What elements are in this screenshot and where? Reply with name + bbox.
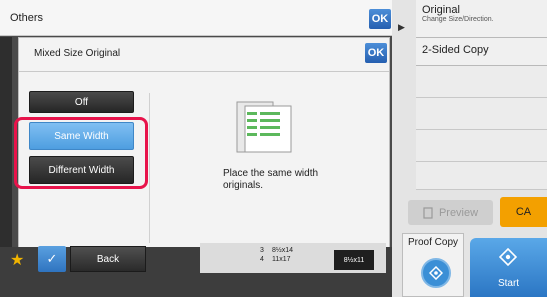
- proof-copy-button[interactable]: Proof Copy: [402, 233, 464, 297]
- others-ok-button[interactable]: OK: [369, 9, 391, 29]
- original-title: Original: [422, 4, 460, 16]
- ca-label: CA: [515, 206, 532, 218]
- ca-button[interactable]: CA: [500, 197, 547, 227]
- others-title: Others: [10, 12, 44, 24]
- column-divider: [149, 93, 150, 243]
- off-label: Off: [74, 96, 89, 108]
- proof-copy-icon: [421, 258, 451, 288]
- dialog-divider: [19, 71, 389, 72]
- back-button[interactable]: Back: [70, 246, 146, 272]
- start-icon: [499, 248, 517, 266]
- start-button[interactable]: Start: [470, 238, 547, 297]
- dialog-ok-button[interactable]: OK: [365, 43, 387, 63]
- selected-tray-size[interactable]: 8½x11: [334, 250, 374, 270]
- preview-button[interactable]: Preview: [408, 200, 493, 225]
- tray-4-number: 4: [260, 256, 264, 263]
- check-button[interactable]: ✓: [38, 246, 66, 272]
- setting-slot-empty: [416, 162, 547, 190]
- back-label: Back: [96, 253, 120, 265]
- start-label: Start: [497, 278, 520, 289]
- setting-slot-empty: [416, 130, 547, 162]
- setting-slot-empty: [416, 66, 547, 98]
- setting-slot-empty: [416, 98, 547, 130]
- check-icon: ✓: [46, 251, 58, 266]
- two-sided-copy-setting[interactable]: 2-Sided Copy: [416, 38, 547, 66]
- tray-4-size: 11x17: [272, 256, 291, 263]
- original-setting[interactable]: Original Change Size/Direction.: [416, 0, 547, 38]
- off-button[interactable]: Off: [29, 91, 134, 113]
- others-header: Others: [0, 0, 392, 36]
- proof-copy-label: Proof Copy: [407, 237, 459, 248]
- expand-arrow-icon[interactable]: ▶: [398, 22, 405, 33]
- star-icon[interactable]: ★: [10, 250, 24, 270]
- preview-label: Preview: [438, 206, 479, 219]
- preview-icon: [423, 206, 433, 219]
- screen: ▶ Original Change Size/Direction. 2-Side…: [0, 0, 547, 297]
- selection-highlight: [14, 117, 148, 189]
- two-sided-copy-label: 2-Sided Copy: [422, 44, 489, 56]
- dialog-title: Mixed Size Original: [34, 48, 121, 59]
- same-width-originals-icon: [236, 101, 292, 153]
- tray-3-size: 8½x14: [272, 247, 294, 254]
- left-edge-strip: [0, 37, 12, 247]
- tray-3-number: 3: [260, 247, 264, 254]
- original-subtitle: Change Size/Direction.: [422, 16, 494, 23]
- dialog-description: Place the same width originals.: [223, 168, 319, 191]
